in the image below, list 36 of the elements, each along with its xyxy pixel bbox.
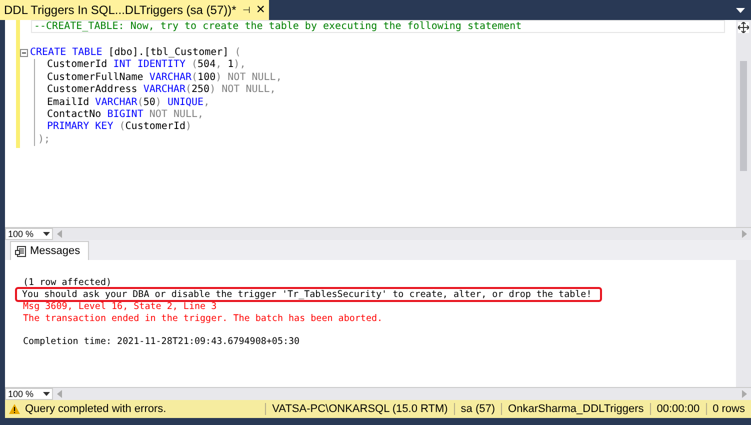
status-segment: sa (57): [454, 403, 502, 416]
code-line: PRIMARY KEY (CustomerId): [46, 121, 193, 134]
vertical-scrollbar[interactable]: [736, 260, 751, 388]
status-segment: OnkarSharma_DDLTriggers: [501, 403, 650, 416]
scroll-left-icon[interactable]: [57, 390, 62, 398]
code-line: CustomerFullName VARCHAR(100) NOT NULL,: [46, 72, 283, 84]
caret-icon: [43, 232, 50, 236]
code-line: CustomerAddress VARCHAR(250) NOT NULL,: [46, 84, 277, 97]
error-message: Msg 3609, Level 16, State 2, Line 3: [22, 301, 217, 314]
code-line: CREATE TABLE [dbo].[tbl_Customer] (: [30, 47, 241, 59]
vertical-scrollbar[interactable]: [736, 20, 751, 228]
caret-icon: [43, 392, 50, 396]
collapse-icon[interactable]: [20, 49, 28, 58]
code-line: CustomerId INT IDENTITY (504, 1),: [46, 59, 247, 72]
error-message: The transaction ended in the trigger. The batch has been aborted.: [22, 313, 383, 326]
zoom-dropdown[interactable]: 100 %: [5, 388, 53, 400]
status-segment: 0 rows: [706, 403, 751, 416]
split-icon[interactable]: [738, 22, 749, 33]
status-segment: 00:00:00: [650, 403, 706, 416]
completion-time: Completion time: 2021-11-28T21:09:43.6794908+05:30: [22, 336, 300, 348]
close-button[interactable]: ×: [256, 3, 266, 17]
code-line: );: [34, 134, 78, 146]
dropdown-icon[interactable]: [736, 8, 745, 12]
pin-button[interactable]: ⊣: [242, 5, 250, 15]
zoom-dropdown[interactable]: 100 %: [5, 228, 53, 240]
scroll-right-icon[interactable]: [742, 230, 747, 238]
status-message: Query completed with errors.: [25, 403, 166, 416]
document-tab[interactable]: DDL Triggers In SQL...DLTriggers (sa (57))* ⊣ ×: [0, 0, 270, 20]
scroll-left-icon[interactable]: [57, 230, 62, 238]
messages-tab[interactable]: Messages: [10, 241, 90, 260]
scroll-right-icon[interactable]: [742, 390, 747, 398]
document-icon: [15, 246, 26, 257]
code-line: EmailId VARCHAR(50) UNIQUE,: [46, 96, 211, 109]
status-segment: VATSA-PC\ONKARSQL (15.0 RTM): [265, 403, 454, 416]
message-line: (1 row affected): [22, 277, 112, 290]
code-line: ContactNo BIGINT NOT NULL,: [46, 108, 205, 121]
